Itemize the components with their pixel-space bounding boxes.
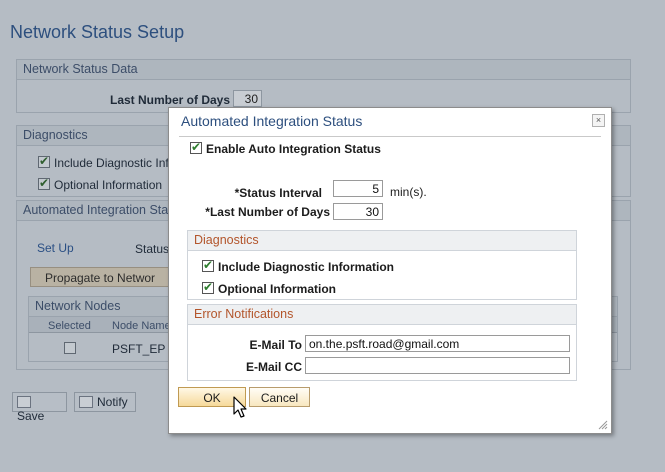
node-name-cell: PSFT_EP — [112, 342, 166, 356]
include-diagnostic-checkbox[interactable] — [202, 258, 214, 272]
optional-info-label: Optional Information — [54, 178, 163, 192]
last-days-label: *Last Number of Days — [205, 205, 330, 219]
mouse-cursor-icon — [233, 396, 247, 418]
last-days-field[interactable]: 30 — [233, 90, 262, 107]
modal-title: Automated Integration Status — [181, 113, 363, 129]
status-label: Status — [135, 242, 170, 256]
optional-info-label: Optional Information — [218, 282, 336, 296]
save-icon — [17, 396, 31, 408]
error-notifications-header: Error Notifications — [188, 305, 576, 325]
email-to-input[interactable] — [305, 335, 570, 352]
title-divider — [179, 136, 601, 137]
email-cc-input[interactable] — [305, 357, 570, 374]
page-title: Network Status Setup — [10, 22, 185, 42]
include-diagnostic-label: Include Diagnostic Information — [218, 260, 395, 274]
email-to-label: E-Mail To — [249, 338, 302, 352]
include-diagnostic-label: Include Diagnostic Info — [54, 156, 176, 170]
group-header: Network Status Data — [17, 60, 630, 80]
setup-link[interactable]: Set Up — [37, 241, 74, 255]
diagnostics-header: Diagnostics — [188, 231, 576, 251]
col-selected: Selected — [48, 320, 91, 332]
optional-info-checkbox[interactable] — [202, 280, 214, 294]
notify-button[interactable]: Notify — [74, 392, 136, 412]
status-interval-input[interactable] — [333, 180, 383, 197]
last-days-label: Last Number of Days — [110, 93, 231, 107]
optional-info-checkbox[interactable] — [38, 176, 50, 190]
status-interval-unit: min(s). — [390, 185, 427, 199]
resize-grip-icon[interactable] — [598, 420, 608, 430]
propagate-button[interactable]: Propagate to Networ — [30, 267, 170, 287]
save-label: Save — [17, 409, 45, 423]
last-days-input[interactable] — [333, 203, 383, 220]
enable-auto-integration-checkbox[interactable] — [190, 140, 202, 154]
automated-integration-modal: Automated Integration Status × Enable Au… — [168, 107, 612, 434]
col-node-name: Node Name — [112, 320, 171, 332]
notify-icon — [79, 396, 93, 408]
notify-label: Notify — [97, 395, 128, 409]
close-icon[interactable]: × — [592, 114, 605, 127]
save-button[interactable]: Save — [12, 392, 67, 423]
network-status-data-group: Network Status Data — [16, 59, 631, 113]
status-interval-label: *Status Interval — [234, 186, 322, 200]
cancel-button[interactable]: Cancel — [249, 387, 310, 407]
email-cc-label: E-Mail CC — [245, 360, 302, 374]
node-select-checkbox[interactable] — [64, 342, 76, 354]
include-diagnostic-checkbox[interactable] — [38, 154, 50, 168]
enable-auto-integration-label: Enable Auto Integration Status — [206, 142, 381, 156]
